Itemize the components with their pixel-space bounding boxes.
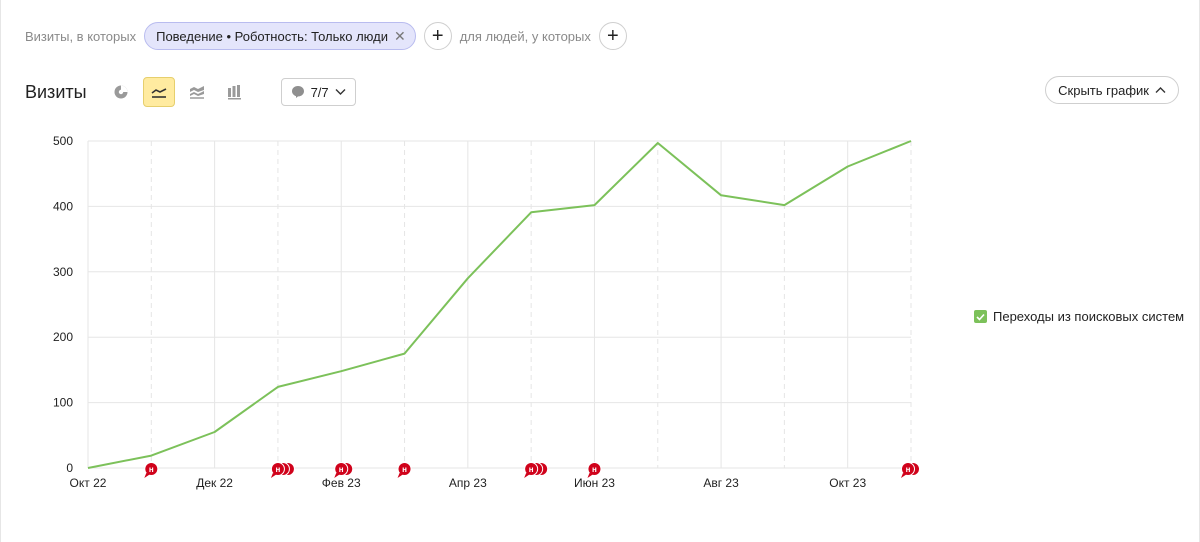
- x-tick-label: Дек 22: [196, 476, 233, 490]
- note-marker-label: н: [592, 465, 597, 474]
- data-point: [403, 352, 407, 356]
- x-tick-label: Фев 23: [322, 476, 361, 490]
- data-point: [213, 430, 217, 434]
- data-point: [86, 466, 90, 470]
- note-marker-label: н: [276, 465, 281, 474]
- data-point: [149, 454, 153, 458]
- x-tick-label: Окт 23: [829, 476, 866, 490]
- y-tick-label: 400: [53, 199, 73, 213]
- legend-series-label: Переходы из поисковых систем: [993, 309, 1185, 324]
- y-tick-label: 100: [53, 396, 73, 410]
- data-point: [592, 203, 596, 207]
- y-tick-label: 300: [53, 265, 73, 279]
- data-point: [276, 385, 280, 389]
- y-tick-label: 0: [66, 461, 73, 475]
- x-tick-label: Авг 23: [703, 476, 739, 490]
- data-point: [466, 276, 470, 280]
- data-point: [782, 203, 786, 207]
- note-marker-label: н: [402, 465, 407, 474]
- x-tick-label: Апр 23: [449, 476, 487, 490]
- x-tick-label: Июн 23: [574, 476, 615, 490]
- series-line: [87, 140, 912, 469]
- visits-line-chart: 0 100 200 300 400 500 Окт 22 Дек 22 Фев 23 Апр 23…: [53, 134, 920, 490]
- y-tick-label: 200: [53, 330, 73, 344]
- checkbox-checked-icon[interactable]: [974, 310, 987, 323]
- note-marker-label: н: [149, 465, 154, 474]
- y-tick-label: 500: [53, 134, 73, 148]
- note-marker-label: н: [339, 465, 344, 474]
- data-point: [656, 141, 660, 145]
- note-marker-label: н: [906, 465, 911, 474]
- x-tick-label: Окт 22: [70, 476, 107, 490]
- data-point: [909, 139, 913, 143]
- data-point: [339, 369, 343, 373]
- data-point: [846, 165, 850, 169]
- note-marker-label: н: [529, 465, 534, 474]
- data-point: [719, 193, 723, 197]
- chart-legend[interactable]: Переходы из поисковых систем: [974, 309, 1184, 324]
- data-point: [529, 210, 533, 214]
